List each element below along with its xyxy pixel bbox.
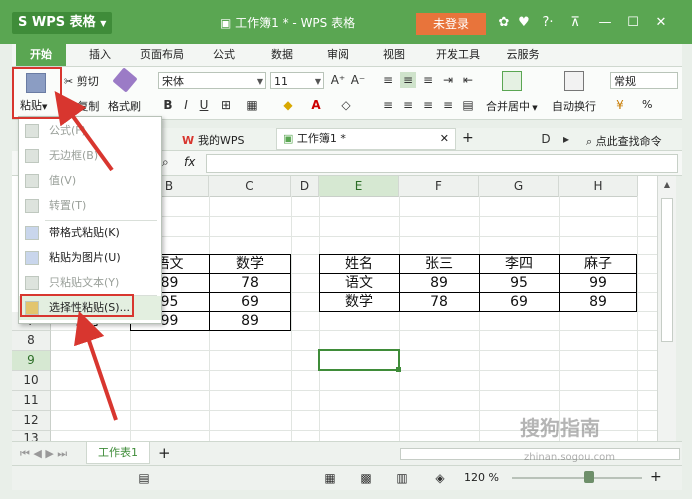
watermark-text: 搜狗指南 <box>520 416 600 440</box>
arrow-to-paste <box>54 91 114 172</box>
arrow-to-paste-special <box>74 310 118 421</box>
watermark-url: zhinan.sogou.com <box>524 452 616 463</box>
